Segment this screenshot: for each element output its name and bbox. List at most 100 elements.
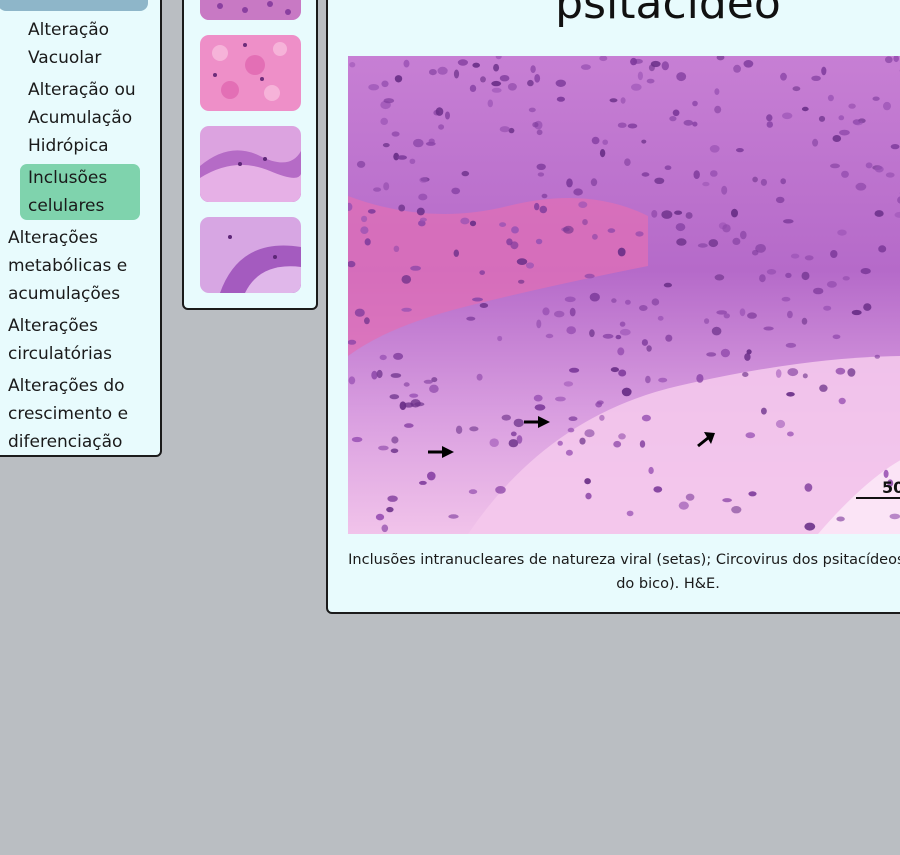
- nucleus: [393, 352, 404, 360]
- nucleus: [740, 230, 747, 240]
- nucleus: [383, 98, 395, 104]
- nucleus: [564, 296, 576, 303]
- nucleus: [566, 178, 573, 188]
- nucleus: [530, 65, 536, 73]
- nucleus: [510, 241, 519, 250]
- nucleus: [518, 279, 525, 284]
- nucleus: [507, 83, 517, 91]
- nucleus: [479, 303, 489, 308]
- nucleus: [787, 431, 794, 437]
- nucleus: [360, 226, 369, 234]
- sidebar-item-alteracoes-crescimento[interactable]: Alterações do crescimento e diferenciaçã…: [8, 372, 148, 456]
- nucleus: [848, 103, 856, 109]
- nucleus: [874, 165, 884, 173]
- sidebar-item-alteracao-vacuolar[interactable]: Alteração Vacuolar: [28, 16, 148, 72]
- nucleus: [748, 491, 757, 497]
- nucleus: [480, 76, 486, 83]
- nucleus: [855, 182, 867, 191]
- nucleus: [368, 84, 380, 91]
- nucleus: [654, 177, 665, 184]
- nucleus: [853, 120, 863, 126]
- nucleus: [535, 238, 543, 245]
- nucleus: [826, 281, 837, 288]
- histology-image[interactable]: 50: [348, 56, 900, 534]
- nucleus: [874, 210, 884, 217]
- nucleus: [780, 178, 786, 185]
- thumbnail-2[interactable]: [200, 126, 301, 202]
- sidebar-item-alteracoes-metabolicas[interactable]: Alterações metabólicas e acumulações: [8, 224, 148, 308]
- nucleus: [595, 401, 603, 408]
- nucleus: [403, 382, 410, 387]
- thumbnail-0[interactable]: [200, 0, 301, 20]
- nucleus: [885, 56, 893, 64]
- nucleus: [557, 440, 563, 446]
- nucleus: [711, 326, 722, 336]
- nucleus: [716, 310, 728, 315]
- nucleus: [624, 158, 631, 166]
- nucleus: [584, 273, 595, 279]
- sidebar-item-alteracao-hidropica[interactable]: Alteração ou Acumulação Hidrópica: [28, 76, 148, 160]
- nucleus: [354, 308, 365, 317]
- nucleus: [410, 265, 421, 271]
- nucleus: [787, 368, 799, 377]
- nucleus: [413, 138, 424, 148]
- nucleus: [419, 177, 428, 183]
- nucleus: [445, 111, 450, 120]
- nucleus: [664, 165, 672, 170]
- nucleus: [423, 379, 433, 384]
- nucleus: [780, 72, 787, 81]
- nucleus: [617, 247, 626, 257]
- sidebar-item-label: Alteração ou Acumulação Hidrópica: [28, 80, 136, 156]
- nucleus: [792, 86, 801, 92]
- nucleus: [872, 96, 880, 101]
- nucleus: [890, 144, 900, 150]
- nucleus: [674, 210, 683, 215]
- nucleus: [348, 376, 356, 385]
- sidebar-item-parent[interactable]: letal: [0, 0, 148, 11]
- nucleus: [782, 112, 793, 120]
- nucleus: [526, 262, 534, 269]
- nucleus: [516, 258, 528, 265]
- nucleus: [766, 121, 773, 128]
- nucleus: [425, 141, 436, 146]
- sidebar-item-inclusoes-celulares[interactable]: Inclusões celulares: [20, 164, 140, 220]
- thumbnail-image: [200, 0, 301, 20]
- nucleus: [495, 486, 506, 494]
- sidebar-item-label: Alterações do crescimento e diferenciaçã…: [8, 376, 129, 452]
- nucleus: [646, 78, 655, 84]
- nucleus: [704, 318, 710, 324]
- nucleus: [573, 188, 583, 196]
- nucleus: [391, 436, 399, 444]
- nucleus: [460, 217, 470, 225]
- nucleus: [536, 129, 543, 136]
- nucleus: [602, 333, 614, 339]
- nucleus: [783, 219, 794, 224]
- nucleus: [615, 334, 622, 340]
- nucleus: [537, 172, 545, 177]
- nucleus: [468, 489, 478, 495]
- nucleus: [453, 249, 459, 257]
- thumbnail-1[interactable]: [200, 35, 301, 111]
- nucleus: [692, 121, 698, 127]
- nucleus: [416, 207, 425, 216]
- nucleus: [763, 326, 774, 331]
- nucleus: [599, 414, 605, 421]
- nucleus: [675, 223, 686, 232]
- thumbnail-3[interactable]: [200, 217, 301, 293]
- nucleus: [635, 231, 644, 237]
- nucleus: [766, 269, 777, 275]
- nucleus: [818, 115, 826, 122]
- nucleus: [539, 205, 548, 214]
- nucleus: [836, 516, 845, 522]
- nucleus: [375, 513, 385, 521]
- nucleus: [599, 149, 606, 158]
- nucleus: [752, 176, 758, 183]
- sidebar-item-alteracoes-circulatorias[interactable]: Alterações circulatórias: [8, 312, 148, 368]
- nucleus: [513, 418, 524, 428]
- nucleus: [721, 185, 728, 195]
- nucleus: [883, 101, 891, 111]
- nucleus: [801, 317, 808, 325]
- nucleus: [409, 393, 419, 398]
- nucleus: [648, 466, 654, 475]
- nucleus: [565, 449, 573, 456]
